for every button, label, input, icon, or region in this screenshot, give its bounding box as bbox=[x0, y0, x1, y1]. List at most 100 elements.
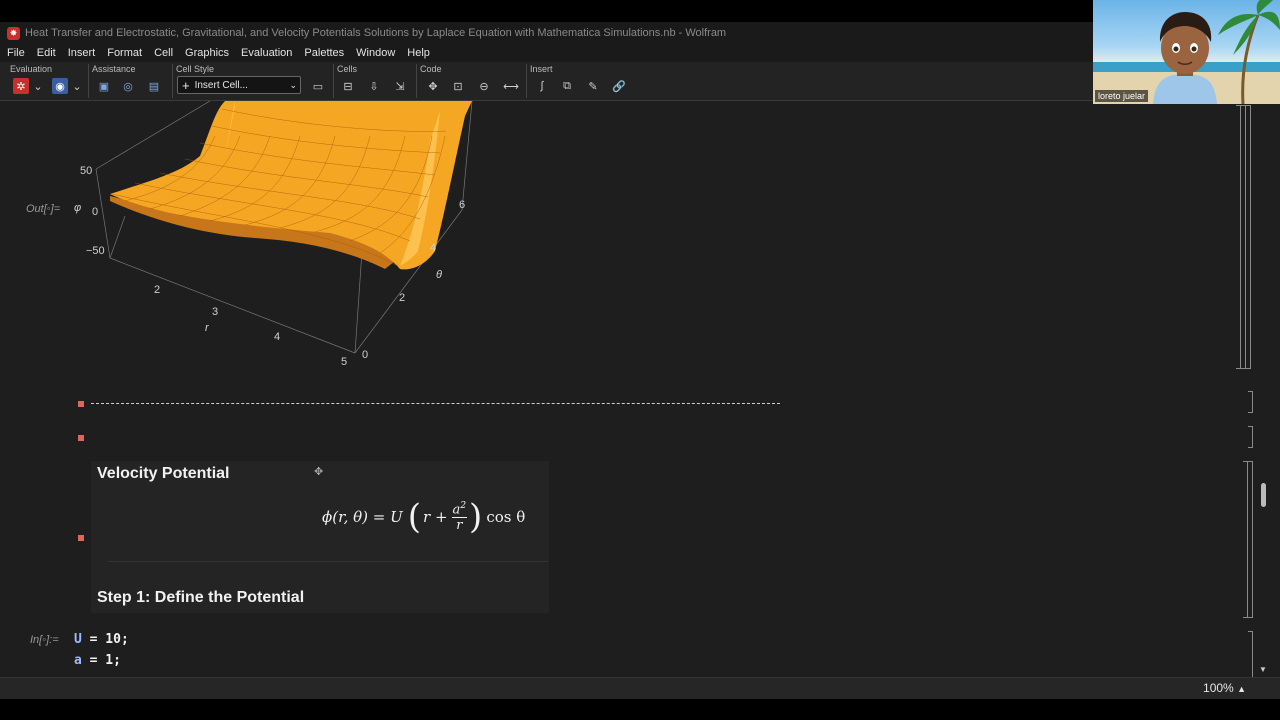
toolbar-separator bbox=[172, 64, 173, 98]
z-tick: 50 bbox=[80, 165, 92, 177]
fraction-exponent: 2 bbox=[460, 500, 467, 511]
title-bar: ✸ Heat Transfer and Electrostatic, Gravi… bbox=[0, 22, 1093, 44]
cell-style-dropdown[interactable]: + Insert Cell... ⌄ bbox=[177, 76, 301, 94]
step1-heading: Step 1: Define the Potential bbox=[97, 589, 305, 606]
suggestions-icon[interactable]: ◎ bbox=[120, 78, 136, 94]
formula-lhs: ϕ(r, θ) = U bbox=[322, 508, 403, 526]
cell-separator bbox=[108, 561, 548, 562]
group-label-code: Code bbox=[420, 64, 442, 74]
group-label-assistance: Assistance bbox=[92, 64, 136, 74]
r-axis-label: r bbox=[205, 322, 210, 334]
webcam-overlay: loreto juelar bbox=[1093, 0, 1280, 104]
chevron-down-icon[interactable]: ⌄ bbox=[72, 78, 82, 94]
scroll-down-arrow-icon[interactable]: ▼ bbox=[1259, 665, 1267, 674]
cell-style-value: Insert Cell... bbox=[194, 79, 248, 91]
zoom-value: 100% bbox=[1203, 681, 1234, 695]
code-variable: U bbox=[74, 632, 82, 647]
screen-bottom-strip bbox=[0, 699, 1280, 720]
r-tick: 4 bbox=[274, 331, 280, 343]
documentation-icon[interactable]: ▤ bbox=[146, 78, 162, 94]
group-label-insert: Insert bbox=[530, 64, 553, 74]
group-label-cell-style: Cell Style bbox=[176, 64, 215, 74]
theta-tick: 4 bbox=[430, 242, 436, 254]
fraction: a2 r bbox=[451, 500, 468, 533]
menu-window[interactable]: Window bbox=[356, 47, 395, 59]
menu-file[interactable]: File bbox=[7, 47, 25, 59]
template-icon[interactable]: ⧉ bbox=[559, 78, 575, 94]
code-line[interactable]: a = 1; bbox=[74, 653, 121, 668]
webcam-scene bbox=[1093, 0, 1280, 104]
toolbar-separator bbox=[526, 64, 527, 98]
cell-bracket[interactable] bbox=[1248, 391, 1253, 413]
doc-search-icon[interactable]: ▣ bbox=[96, 78, 112, 94]
evaluate-icon[interactable]: ✲ bbox=[13, 78, 29, 94]
chevron-down-icon[interactable]: ⌄ bbox=[33, 78, 43, 94]
cell-marker[interactable] bbox=[78, 535, 84, 541]
scroll-thumb[interactable] bbox=[1261, 483, 1266, 507]
formula-inner: r + bbox=[423, 508, 448, 526]
code-line[interactable]: U = 10; bbox=[74, 632, 129, 647]
menu-insert[interactable]: Insert bbox=[68, 47, 96, 59]
participant-name: loreto juelar bbox=[1095, 90, 1149, 102]
notebook-area[interactable]: Out[◦]= 50 0 −50 φ 2 3 4 5 r 0 2 4 6 θ V… bbox=[0, 101, 1280, 677]
formula-tail: cos θ bbox=[486, 508, 526, 526]
close-paren: ) bbox=[469, 497, 483, 537]
menu-format[interactable]: Format bbox=[107, 47, 142, 59]
group-label-cells: Cells bbox=[337, 64, 358, 74]
math-icon[interactable]: ∫ bbox=[534, 78, 550, 94]
theta-tick: 2 bbox=[399, 292, 405, 304]
cell-bracket[interactable] bbox=[1241, 105, 1246, 369]
z-axis-label: φ bbox=[74, 202, 81, 214]
dashed-divider bbox=[91, 403, 780, 404]
surface bbox=[110, 101, 472, 270]
move-down-icon[interactable]: ⇩ bbox=[366, 78, 382, 94]
chevron-down-icon: ⌄ bbox=[289, 79, 297, 90]
initialization-icon[interactable]: ⊡ bbox=[450, 78, 466, 94]
wolfram-app-icon: ✸ bbox=[7, 26, 20, 40]
menu-evaluation[interactable]: Evaluation bbox=[241, 47, 292, 59]
z-tick: −50 bbox=[86, 245, 105, 257]
r-tick: 2 bbox=[154, 284, 160, 296]
zoom-level[interactable]: 100% ▲ bbox=[1203, 681, 1246, 695]
menu-graphics[interactable]: Graphics bbox=[185, 47, 229, 59]
menu-edit[interactable]: Edit bbox=[37, 47, 56, 59]
drawing-icon[interactable]: ✎ bbox=[585, 78, 601, 94]
velocity-potential-formula: ϕ(r, θ) = U ( r + a2 r ) cos θ bbox=[322, 497, 525, 537]
open-paren: ( bbox=[407, 497, 422, 537]
group-label-evaluation: Evaluation bbox=[10, 64, 53, 74]
window-title: Heat Transfer and Electrostatic, Gravita… bbox=[25, 27, 727, 39]
cell-bracket-icon[interactable]: ▭ bbox=[310, 78, 326, 94]
z-tick: 0 bbox=[92, 206, 98, 218]
cell-marker[interactable] bbox=[78, 401, 84, 407]
avatar bbox=[1153, 12, 1217, 104]
code-block-icon[interactable]: ⊖ bbox=[476, 78, 492, 94]
plot-3d[interactable]: 50 0 −50 φ 2 3 4 5 r 0 2 4 6 θ bbox=[0, 101, 500, 377]
cell-bracket[interactable] bbox=[1248, 426, 1253, 448]
cell-marker[interactable] bbox=[78, 435, 84, 441]
link-icon[interactable]: 🔗 bbox=[611, 78, 627, 94]
theta-tick: 6 bbox=[459, 199, 465, 211]
r-tick: 5 bbox=[341, 356, 347, 368]
plus-icon: + bbox=[182, 77, 190, 93]
menu-cell[interactable]: Cell bbox=[154, 47, 173, 59]
abort-icon[interactable]: ◉ bbox=[52, 78, 68, 94]
expand-icon[interactable]: ✥ bbox=[425, 78, 441, 94]
menu-palettes[interactable]: Palettes bbox=[304, 47, 344, 59]
toolbar-separator bbox=[416, 64, 417, 98]
vertical-scrollbar[interactable]: ▼ bbox=[1258, 101, 1268, 677]
toolbar: Evaluation ✲ ⌄ ◉ ⌄ Assistance ▣ ◎ ▤ Cell… bbox=[0, 62, 1093, 101]
cell-bracket[interactable] bbox=[1248, 461, 1253, 618]
toolbar-separator bbox=[333, 64, 334, 98]
cell-bracket[interactable] bbox=[1243, 461, 1248, 618]
cell-bracket[interactable] bbox=[1248, 631, 1253, 677]
inline-code-icon[interactable]: ⟷ bbox=[501, 78, 521, 94]
cell-bracket[interactable] bbox=[1246, 105, 1251, 369]
velocity-potential-heading: Velocity Potential bbox=[97, 465, 230, 482]
delete-output-icon[interactable]: ⇲ bbox=[392, 78, 408, 94]
theta-axis-label: θ bbox=[436, 269, 442, 281]
group-cells-icon[interactable]: ⊟ bbox=[340, 78, 356, 94]
theta-tick: 0 bbox=[362, 349, 368, 361]
menu-help[interactable]: Help bbox=[407, 47, 430, 59]
r-tick: 3 bbox=[212, 306, 218, 318]
cell-bracket[interactable] bbox=[1236, 105, 1241, 369]
